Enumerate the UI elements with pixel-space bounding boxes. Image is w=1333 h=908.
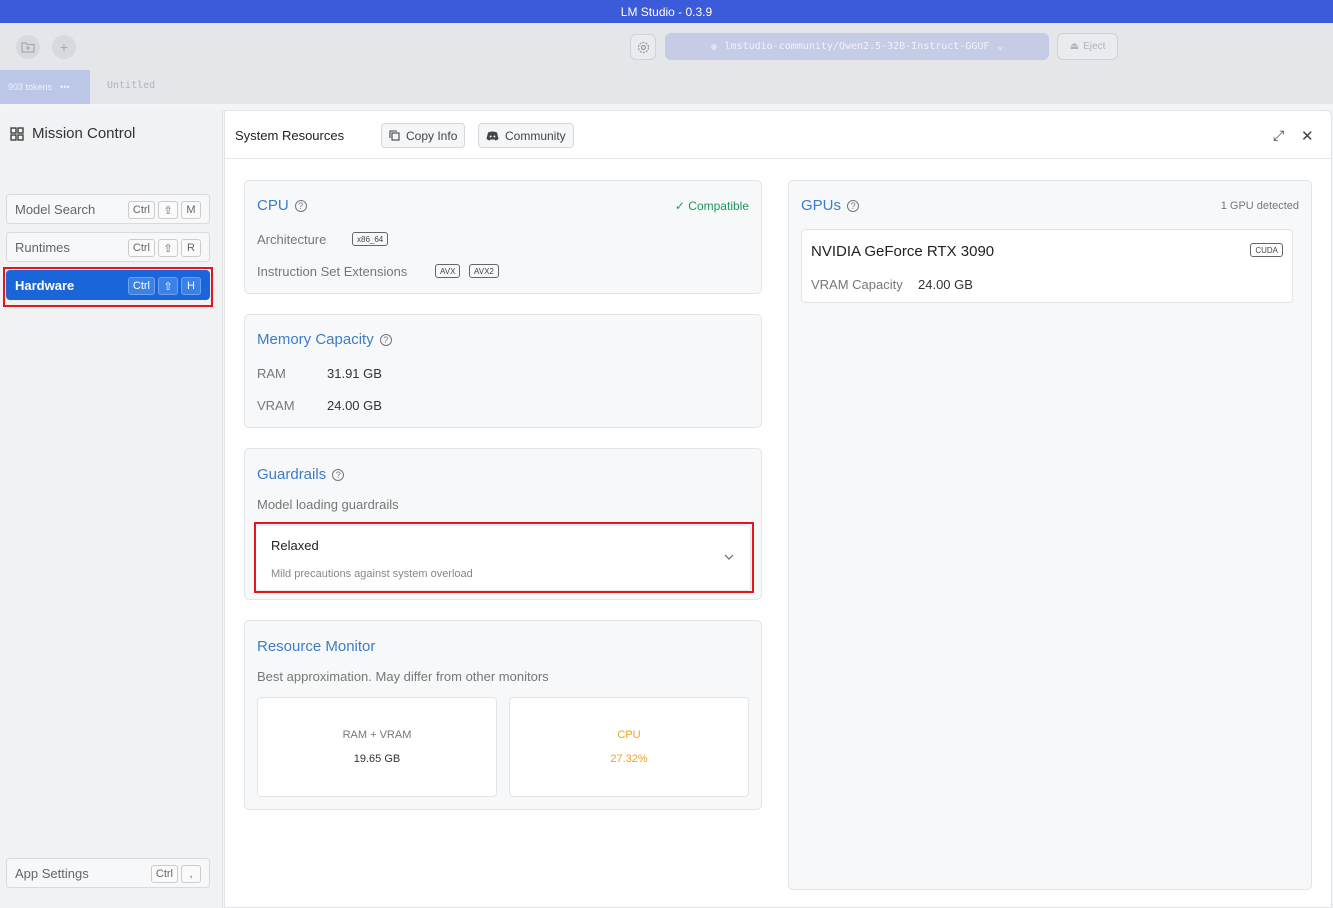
window-title: LM Studio - 0.3.9	[620, 4, 713, 19]
shortcut-key: Ctrl	[127, 201, 155, 219]
ram-label: RAM	[257, 366, 286, 381]
chat-tabbar: 903 tokens ••• Untitled	[0, 70, 1333, 104]
ram-vram-value: 19.65 GB	[353, 753, 401, 765]
top-toolbar: + lmstudio-community/Qwen2.5-32B-Instruc…	[0, 23, 1333, 70]
cuda-badge: CUDA	[1250, 243, 1283, 257]
extensions-label: Instruction Set Extensions	[257, 264, 408, 279]
copy-icon	[389, 130, 400, 141]
cpu-usage-label: CPU	[617, 729, 641, 741]
compatible-status: ✓ Compatible	[674, 199, 749, 213]
chevron-down-icon: ⌄	[997, 41, 1004, 52]
gpus-title: GPUs ?	[801, 197, 860, 214]
guardrails-subtitle: Model loading guardrails	[257, 497, 399, 512]
shortcut-key: R	[181, 239, 201, 257]
architecture-label: Architecture	[257, 232, 327, 247]
memory-card: Memory Capacity ? RAM 31.91 GB VRAM 24.0…	[244, 314, 762, 428]
vram-label: VRAM	[257, 398, 295, 413]
grid-icon	[10, 126, 24, 141]
model-name: lmstudio-community/Qwen2.5-32B-Instruct-…	[724, 41, 990, 52]
mission-control-title: Mission Control	[10, 125, 135, 142]
mission-control-label: Mission Control	[32, 125, 136, 142]
copy-info-label: Copy Info	[406, 128, 458, 143]
ram-vram-label: RAM + VRAM	[342, 729, 412, 741]
cpu-card: CPU ? ✓ Compatible Architecture x86_64 I…	[244, 180, 762, 294]
community-label: Community	[505, 128, 566, 143]
guardrails-title: Guardrails ?	[257, 466, 345, 483]
shortcut-keys: Ctrl ⇧ R	[127, 239, 201, 257]
gpu-vram-value: 24.00 GB	[918, 277, 973, 292]
shortcut-key: ⇧	[158, 239, 178, 257]
hardware-highlight-box	[3, 267, 213, 307]
untitled-tab[interactable]: Untitled	[107, 80, 155, 91]
guardrails-highlight-box	[254, 522, 754, 593]
resource-monitor-subtitle: Best approximation. May differ from othe…	[257, 669, 549, 684]
more-options-icon[interactable]: •••	[60, 82, 69, 92]
new-folder-button[interactable]	[16, 35, 40, 59]
sidebar-item-label: Runtimes	[15, 239, 70, 255]
active-chat-tab[interactable]: 903 tokens •••	[0, 70, 90, 104]
shortcut-key: Ctrl	[127, 239, 155, 257]
window-titlebar: LM Studio - 0.3.9	[0, 0, 1333, 23]
settings-button[interactable]	[630, 34, 656, 60]
gpu-name: NVIDIA GeForce RTX 3090	[811, 243, 995, 260]
extension-tag-avx: AVX	[435, 264, 461, 278]
sidebar-item-model-search[interactable]: Model Search Ctrl ⇧ M	[6, 194, 210, 224]
sidebar-item-label: App Settings	[15, 865, 89, 881]
cpu-title-text: CPU	[257, 197, 289, 214]
system-resources-panel: System Resources Copy Info Community ⤢ ✕…	[224, 110, 1332, 908]
plus-icon: +	[59, 39, 69, 55]
folder-plus-icon	[21, 42, 35, 53]
resource-monitor-title: Resource Monitor	[257, 638, 376, 655]
shortcut-keys: Ctrl ⇧ M	[127, 201, 201, 219]
sidebar-item-label: Model Search	[15, 201, 96, 217]
shortcut-key: ,	[181, 865, 201, 883]
gpu-device-card: NVIDIA GeForce RTX 3090 CUDA VRAM Capaci…	[801, 229, 1293, 303]
shortcut-key: ⇧	[158, 201, 178, 219]
help-icon[interactable]: ?	[332, 468, 345, 481]
ram-value: 31.91 GB	[327, 366, 382, 381]
token-count: 903 tokens	[8, 82, 53, 92]
resource-monitor-card: Resource Monitor Best approximation. May…	[244, 620, 762, 810]
architecture-tag: x86_64	[352, 232, 389, 246]
cpu-title: CPU ?	[257, 197, 307, 214]
discord-icon	[486, 131, 499, 140]
shortcut-keys: Ctrl ,	[150, 865, 201, 883]
eject-label: Eject	[1083, 41, 1106, 52]
help-icon[interactable]: ?	[379, 333, 392, 346]
expand-icon[interactable]: ⤢	[1273, 127, 1284, 144]
close-icon[interactable]: ✕	[1301, 127, 1314, 145]
untitled-tab-label: Untitled	[107, 80, 156, 91]
mission-control-sidebar: Mission Control Model Search Ctrl ⇧ M Ru…	[0, 110, 223, 908]
shortcut-key: Ctrl	[150, 865, 178, 883]
gpu-count: 1 GPU detected	[1220, 200, 1299, 212]
copy-info-button[interactable]: Copy Info	[381, 123, 466, 148]
eject-button[interactable]: ⏏ Eject	[1057, 33, 1118, 60]
model-dot-icon	[710, 43, 717, 50]
gpus-title-text: GPUs	[801, 197, 842, 214]
memory-title-text: Memory Capacity	[257, 331, 374, 348]
community-button[interactable]: Community	[478, 123, 574, 148]
cpu-usage-value: 27.32%	[610, 753, 648, 765]
guardrails-title-text: Guardrails	[257, 466, 327, 483]
gpus-card: GPUs ? 1 GPU detected NVIDIA GeForce RTX…	[788, 180, 1312, 890]
shortcut-key: M	[181, 201, 201, 219]
ram-vram-monitor: RAM + VRAM 19.65 GB	[257, 697, 497, 797]
sidebar-item-app-settings[interactable]: App Settings Ctrl ,	[6, 858, 210, 888]
extension-tag-avx2: AVX2	[469, 264, 499, 278]
eject-icon: ⏏	[1069, 41, 1080, 52]
panel-header: System Resources Copy Info Community ⤢ ✕	[225, 111, 1331, 159]
new-chat-button[interactable]: +	[52, 35, 76, 59]
model-selector[interactable]: lmstudio-community/Qwen2.5-32B-Instruct-…	[665, 33, 1049, 60]
vram-value: 24.00 GB	[327, 398, 382, 413]
page-title: System Resources	[235, 128, 345, 143]
help-icon[interactable]: ?	[294, 199, 307, 212]
sidebar-item-runtimes[interactable]: Runtimes Ctrl ⇧ R	[6, 232, 210, 262]
gpu-vram-label: VRAM Capacity	[811, 277, 903, 292]
memory-title: Memory Capacity ?	[257, 331, 392, 348]
gear-icon	[637, 41, 649, 53]
help-icon[interactable]: ?	[847, 199, 860, 212]
cpu-monitor: CPU 27.32%	[509, 697, 749, 797]
